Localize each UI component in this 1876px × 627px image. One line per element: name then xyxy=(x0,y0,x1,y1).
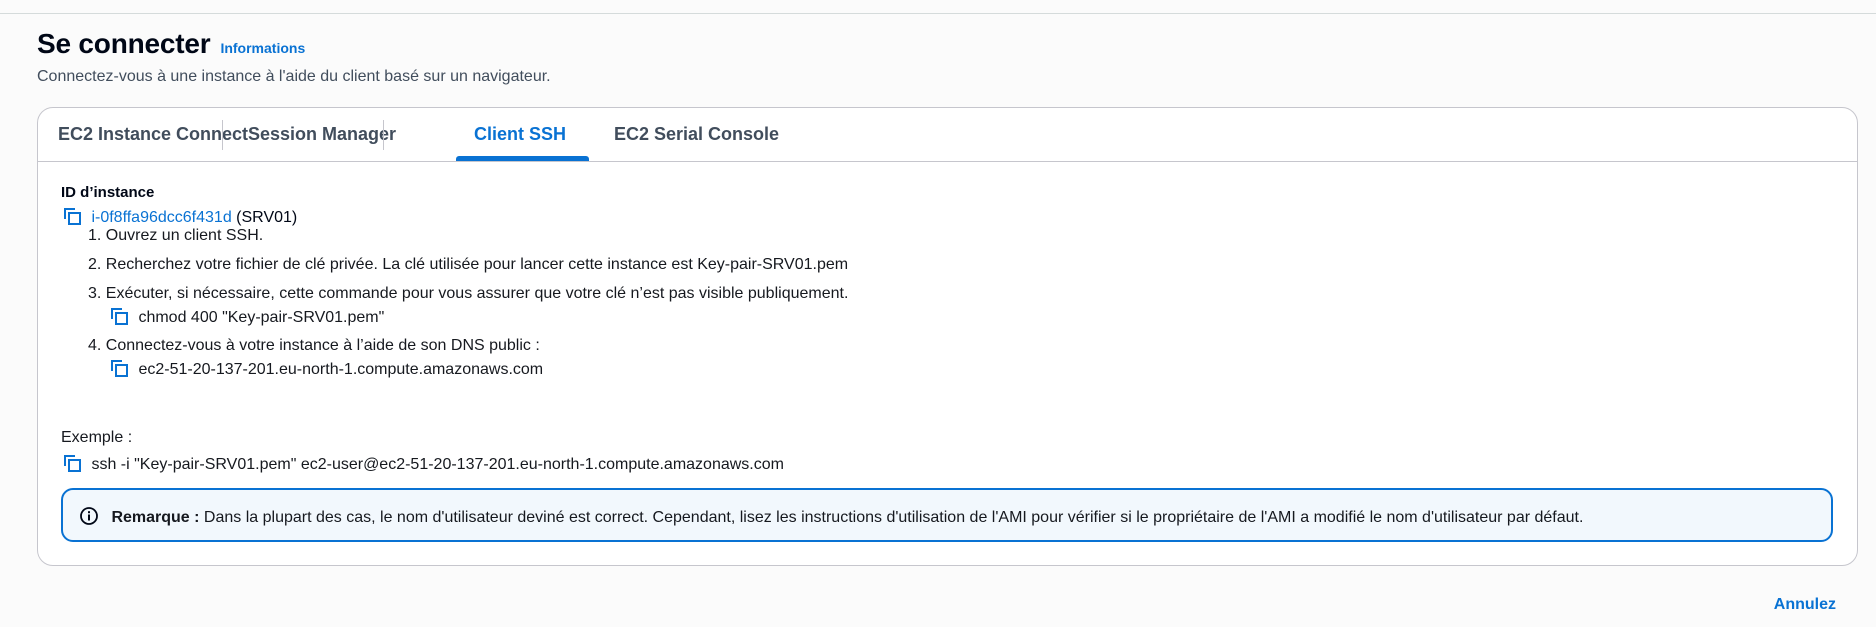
example-command: ssh -i "Key-pair-SRV01.pem" ec2-user@ec2… xyxy=(91,456,784,473)
step-1: 1. Ouvrez un client SSH. xyxy=(88,227,264,244)
tab-ec2-instance-connect[interactable]: EC2 Instance Connect xyxy=(58,108,248,161)
top-divider xyxy=(0,13,1876,14)
copy-icon[interactable] xyxy=(61,205,83,227)
instance-id-link[interactable]: i-0f8ffa96dcc6f431d xyxy=(91,209,231,226)
step-2: 2. Recherchez votre fichier de clé privé… xyxy=(88,256,849,273)
page-header: Se connecter Informations Connectez-vous… xyxy=(37,28,551,86)
note-text: Dans la plupart des cas, le nom d'utilis… xyxy=(199,509,1584,526)
tab-ec2-serial-console[interactable]: EC2 Serial Console xyxy=(614,108,779,161)
tab-bar: EC2 Instance Connect Session Manager Cli… xyxy=(38,108,1857,162)
example-label: Exemple : xyxy=(61,429,133,446)
tab-client-ssh[interactable]: Client SSH xyxy=(474,108,566,161)
copy-icon[interactable] xyxy=(108,305,130,327)
public-dns: ec2-51-20-137-201.eu-north-1.compute.ama… xyxy=(138,361,544,378)
copy-icon[interactable] xyxy=(108,357,130,379)
copy-icon[interactable] xyxy=(61,452,83,474)
info-icon xyxy=(80,507,98,525)
connect-card: EC2 Instance Connect Session Manager Cli… xyxy=(37,107,1858,566)
chmod-command-row: chmod 400 "Key-pair-SRV01.pem" xyxy=(108,305,384,327)
instance-section: ID d’instance i-0f8ffa96dcc6f431d (SRV01… xyxy=(61,184,297,227)
note-label: Remarque : xyxy=(111,509,200,526)
dns-row: ec2-51-20-137-201.eu-north-1.compute.ama… xyxy=(108,357,543,379)
instance-name: (SRV01) xyxy=(236,209,298,226)
instance-id-label: ID d’instance xyxy=(61,184,155,201)
chmod-command: chmod 400 "Key-pair-SRV01.pem" xyxy=(138,309,385,326)
note-alert: Remarque : Dans la plupart des cas, le n… xyxy=(61,488,1833,542)
tab-session-manager[interactable]: Session Manager xyxy=(248,108,396,161)
cancel-button[interactable]: Annulez xyxy=(1774,596,1836,614)
step-3: 3. Exécuter, si nécessaire, cette comman… xyxy=(88,285,849,302)
info-link[interactable]: Informations xyxy=(220,40,305,56)
page-subtitle: Connectez-vous à une instance à l'aide d… xyxy=(37,68,551,85)
page-title: Se connecter xyxy=(37,28,211,59)
tab-separator xyxy=(383,120,384,150)
active-tab-indicator xyxy=(456,156,589,161)
tab-separator xyxy=(222,120,223,150)
example-row: ssh -i "Key-pair-SRV01.pem" ec2-user@ec2… xyxy=(61,452,784,474)
step-4: 4. Connectez-vous à votre instance à l’a… xyxy=(88,337,540,354)
